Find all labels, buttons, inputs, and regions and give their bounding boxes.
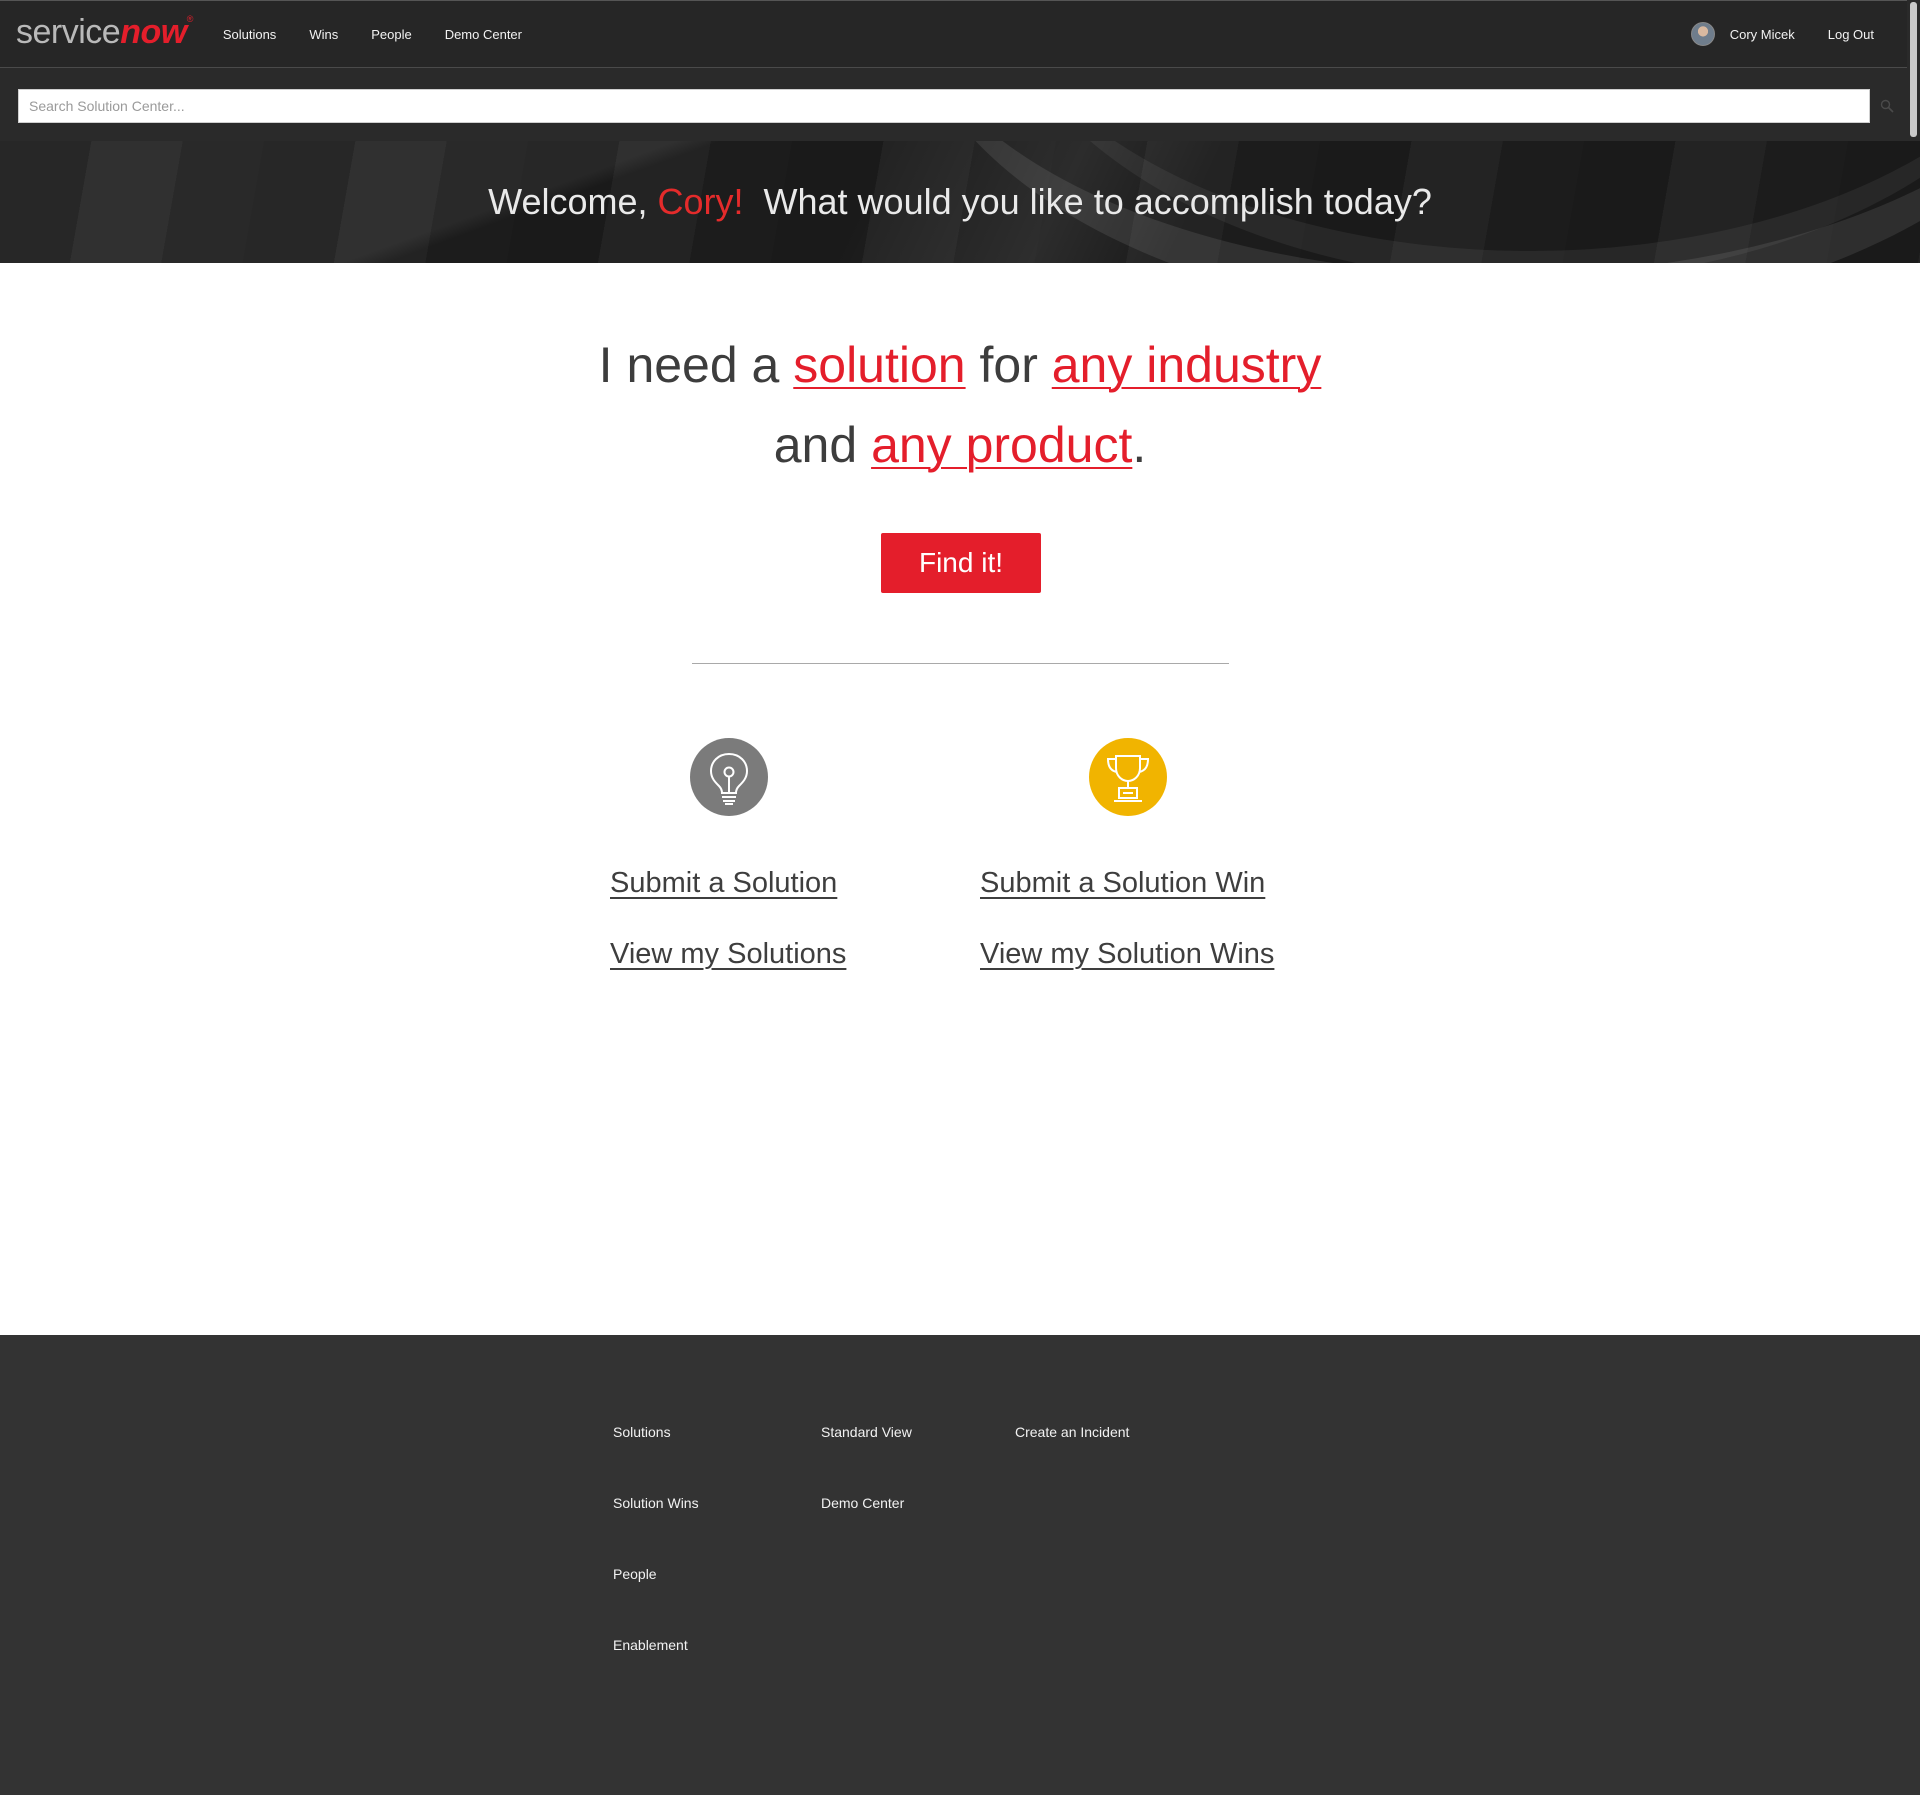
footer-link-solutions[interactable]: Solutions [613,1424,671,1440]
finder-text: . [1132,417,1147,473]
footer-link-solution-wins[interactable]: Solution Wins [613,1495,699,1511]
logo-registered-mark: ® [186,14,194,24]
search-bar [0,68,1907,141]
servicenow-logo[interactable]: servicenow® [16,13,194,51]
view-my-solutions-link[interactable]: View my Solutions [610,938,846,971]
find-it-button[interactable]: Find it! [881,533,1041,593]
finder-text: for [965,337,1052,393]
footer-link-standard-view[interactable]: Standard View [821,1424,912,1440]
submit-solution-link[interactable]: Submit a Solution [610,867,837,900]
finder-text: I need a [598,337,794,393]
footer-link-people[interactable]: People [613,1566,657,1582]
section-divider [692,663,1229,664]
lightbulb-icon [690,738,768,816]
footer-link-create-incident[interactable]: Create an Incident [1015,1424,1129,1440]
scrollbar[interactable] [1907,0,1920,141]
submit-solution-win-link[interactable]: Submit a Solution Win [980,867,1265,900]
logout-link[interactable]: Log Out [1828,27,1874,42]
user-name[interactable]: Cory Micek [1730,27,1795,42]
nav-item-demo-center[interactable]: Demo Center [445,27,522,42]
footer-link-demo-center[interactable]: Demo Center [821,1495,904,1511]
nav-item-solutions[interactable]: Solutions [223,27,276,42]
search-input[interactable] [18,89,1870,123]
nav-item-wins[interactable]: Wins [309,27,338,42]
user-avatar[interactable] [1690,22,1715,46]
finder-text: and [773,417,872,473]
main-nav: Solutions Wins People Demo Center [223,27,555,42]
hero-banner: Welcome, Cory! What would you like to ac… [0,141,1920,263]
finder-sentence-line-1: I need a solution for any industry [0,336,1920,394]
page-footer: Solutions Solution Wins People Enablemen… [0,1335,1920,1795]
scrollbar-thumb[interactable] [1910,2,1917,137]
footer-link-enablement[interactable]: Enablement [613,1637,688,1653]
product-selector[interactable]: any product [871,417,1132,473]
solution-type-selector[interactable]: solution [793,337,965,393]
industry-selector[interactable]: any industry [1052,337,1322,393]
finder-sentence-line-2: and any product. [0,416,1920,474]
view-my-solution-wins-link[interactable]: View my Solution Wins [980,938,1274,971]
trophy-icon [1089,738,1167,816]
logo-text-now: now [120,13,187,51]
welcome-question: What would you like to accomplish today? [743,181,1432,222]
search-icon[interactable] [1880,99,1894,113]
welcome-label: Welcome, [488,181,658,222]
nav-item-people[interactable]: People [371,27,411,42]
top-navbar: servicenow® Solutions Wins People Demo C… [0,0,1907,68]
welcome-message: Welcome, Cory! What would you like to ac… [0,181,1920,223]
user-area: Cory Micek Log Out [1690,22,1874,46]
logo-text-service: service [16,13,121,51]
welcome-user-name: Cory! [657,181,744,222]
